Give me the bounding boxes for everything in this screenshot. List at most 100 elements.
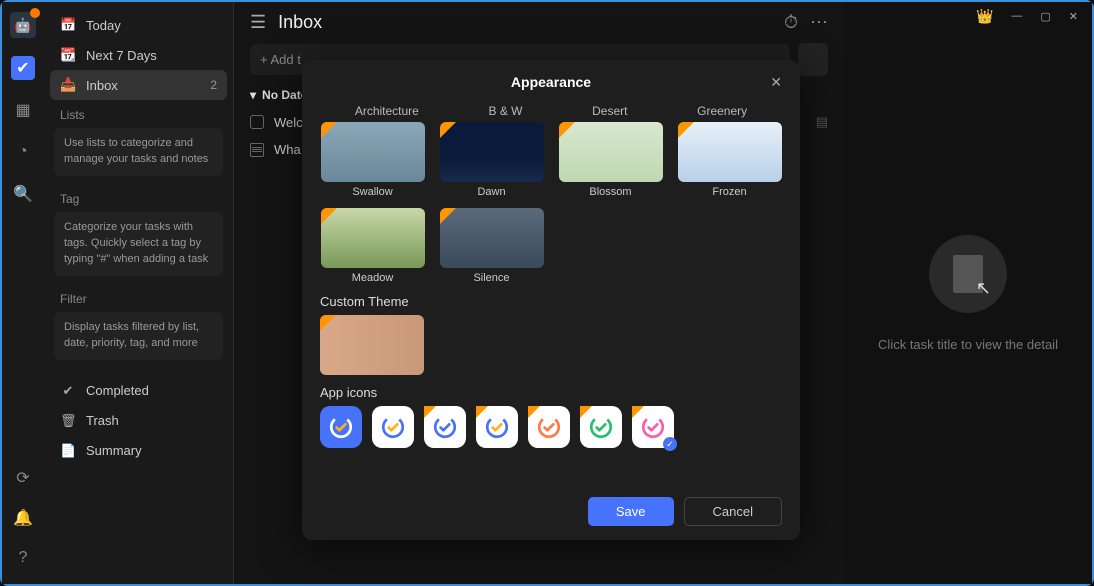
theme-label: Meadow (352, 272, 394, 284)
sidebar-item-today[interactable]: 📅 Today (50, 10, 227, 40)
modal-close-button[interactable]: ✕ (770, 74, 782, 91)
vip-badge-icon (528, 406, 540, 418)
app-icon-option[interactable]: ✓ (632, 406, 674, 448)
summary-icon: 📄 (60, 443, 76, 459)
icon-rail: 🤖 ✔ ▦ ◔ 🔍 ⟳ 🔔 ? (2, 2, 44, 584)
vip-badge-icon (321, 122, 337, 138)
maximize-button[interactable]: ▢ (1040, 10, 1050, 23)
sidebar-item-inbox[interactable]: 📥 Inbox 2 (50, 70, 227, 100)
theme-category[interactable]: Architecture (355, 104, 419, 118)
note-icon (250, 143, 264, 157)
page-title: Inbox (278, 12, 322, 33)
detail-panel: ↖ Click task title to view the detail (844, 2, 1092, 584)
vip-badge-icon (440, 122, 456, 138)
detail-hint: Click task title to view the detail (878, 337, 1058, 352)
rail-tasks-icon[interactable]: ✔ (11, 56, 35, 80)
theme-label: Swallow (352, 186, 392, 198)
sidebar-item-summary[interactable]: 📄 Summary (50, 436, 227, 466)
app-icon-option[interactable] (528, 406, 570, 448)
section-tag-title: Tag (50, 184, 227, 210)
sidebar-item-label: Today (86, 18, 121, 33)
save-button[interactable]: Save (588, 497, 674, 526)
calendar-today-icon: 📅 (60, 17, 76, 33)
vip-badge-icon (580, 406, 592, 418)
vip-badge-icon (559, 122, 575, 138)
group-label: No Date (262, 88, 307, 102)
hamburger-icon[interactable]: ☰ (250, 12, 266, 33)
inbox-count: 2 (210, 78, 217, 92)
custom-theme-title: Custom Theme (320, 294, 782, 309)
app-icon-option[interactable] (580, 406, 622, 448)
selected-mark-icon: ✓ (663, 437, 677, 451)
theme-frozen[interactable] (678, 122, 782, 182)
chevron-down-icon: ▾ (250, 88, 256, 102)
sidebar-item-label: Next 7 Days (86, 48, 157, 63)
inbox-icon: 📥 (60, 77, 76, 93)
trash-icon: 🗑 (60, 413, 76, 429)
vip-badge-icon (321, 208, 337, 224)
avatar-glyph: 🤖 (14, 17, 31, 34)
theme-silence[interactable] (440, 208, 544, 268)
minimize-button[interactable]: — (1011, 10, 1022, 22)
vip-badge-icon (678, 122, 694, 138)
section-tag-tip: Categorize your tasks with tags. Quickly… (54, 212, 223, 276)
sidebar-item-label: Summary (86, 443, 142, 458)
rail-notifications-icon[interactable]: 🔔 (11, 506, 35, 530)
rail-calendar-icon[interactable]: ▦ (11, 98, 35, 122)
detail-placeholder-icon: ↖ (929, 235, 1007, 313)
check-icon: ✔ (60, 383, 76, 399)
theme-label: Silence (473, 272, 509, 284)
theme-blossom[interactable] (559, 122, 663, 182)
task-title: Wha (274, 142, 301, 157)
add-task-dropdown[interactable] (798, 43, 828, 76)
section-lists-tip: Use lists to categorize and manage your … (54, 128, 223, 176)
appearance-modal: Appearance ✕ Architecture B & W Desert Gree… (302, 60, 800, 540)
rail-search-icon[interactable]: 🔍 (11, 182, 35, 206)
theme-label: Frozen (712, 186, 746, 198)
sidebar-item-next7days[interactable]: 📆 Next 7 Days (50, 40, 227, 70)
vip-badge-icon (632, 406, 644, 418)
sidebar-item-label: Trash (86, 413, 119, 428)
task-checkbox[interactable] (250, 115, 264, 129)
rail-sync-icon[interactable]: ⟳ (11, 466, 35, 490)
calendar-week-icon: 📆 (60, 47, 76, 63)
vip-badge-icon (424, 406, 436, 418)
avatar-badge (30, 8, 40, 18)
sidebar-item-label: Completed (86, 383, 149, 398)
vip-badge-icon (476, 406, 488, 418)
section-lists-title: Lists (50, 100, 227, 126)
rail-location-icon[interactable]: ◔ (11, 140, 35, 164)
theme-custom[interactable] (320, 315, 424, 375)
cancel-button[interactable]: Cancel (684, 497, 782, 526)
rail-help-icon[interactable]: ? (11, 546, 35, 570)
app-icon-option[interactable] (320, 406, 362, 448)
sort-icon[interactable]: ⏱ (784, 12, 798, 33)
theme-category[interactable]: Greenery (697, 104, 747, 118)
sidebar-item-completed[interactable]: ✔ Completed (50, 376, 227, 406)
theme-label: Blossom (589, 186, 631, 198)
avatar[interactable]: 🤖 (10, 12, 36, 38)
section-filter-tip: Display tasks filtered by list, date, pr… (54, 312, 223, 360)
more-icon[interactable]: ⋯ (810, 12, 828, 33)
modal-title: Appearance (511, 74, 591, 90)
theme-category[interactable]: B & W (488, 104, 522, 118)
theme-category[interactable]: Desert (592, 104, 627, 118)
close-window-button[interactable]: ✕ (1069, 10, 1078, 23)
app-icon-option[interactable] (476, 406, 518, 448)
sidebar-item-label: Inbox (86, 78, 118, 93)
theme-label: Dawn (477, 186, 505, 198)
sidebar: 📅 Today 📆 Next 7 Days 📥 Inbox 2 Lists Us… (44, 2, 234, 584)
task-title: Welc (274, 115, 303, 130)
appicons-title: App icons (320, 385, 782, 400)
task-date-icon[interactable]: ▤ (816, 114, 828, 130)
section-filter-title: Filter (50, 284, 227, 310)
app-icon-option[interactable] (424, 406, 466, 448)
theme-swallow[interactable] (321, 122, 425, 182)
vip-badge-icon (440, 208, 456, 224)
premium-crown-icon[interactable]: 👑 (976, 8, 993, 25)
app-icon-option[interactable] (372, 406, 414, 448)
vip-badge-icon (320, 315, 336, 331)
sidebar-item-trash[interactable]: 🗑 Trash (50, 406, 227, 436)
theme-dawn[interactable] (440, 122, 544, 182)
theme-meadow[interactable] (321, 208, 425, 268)
